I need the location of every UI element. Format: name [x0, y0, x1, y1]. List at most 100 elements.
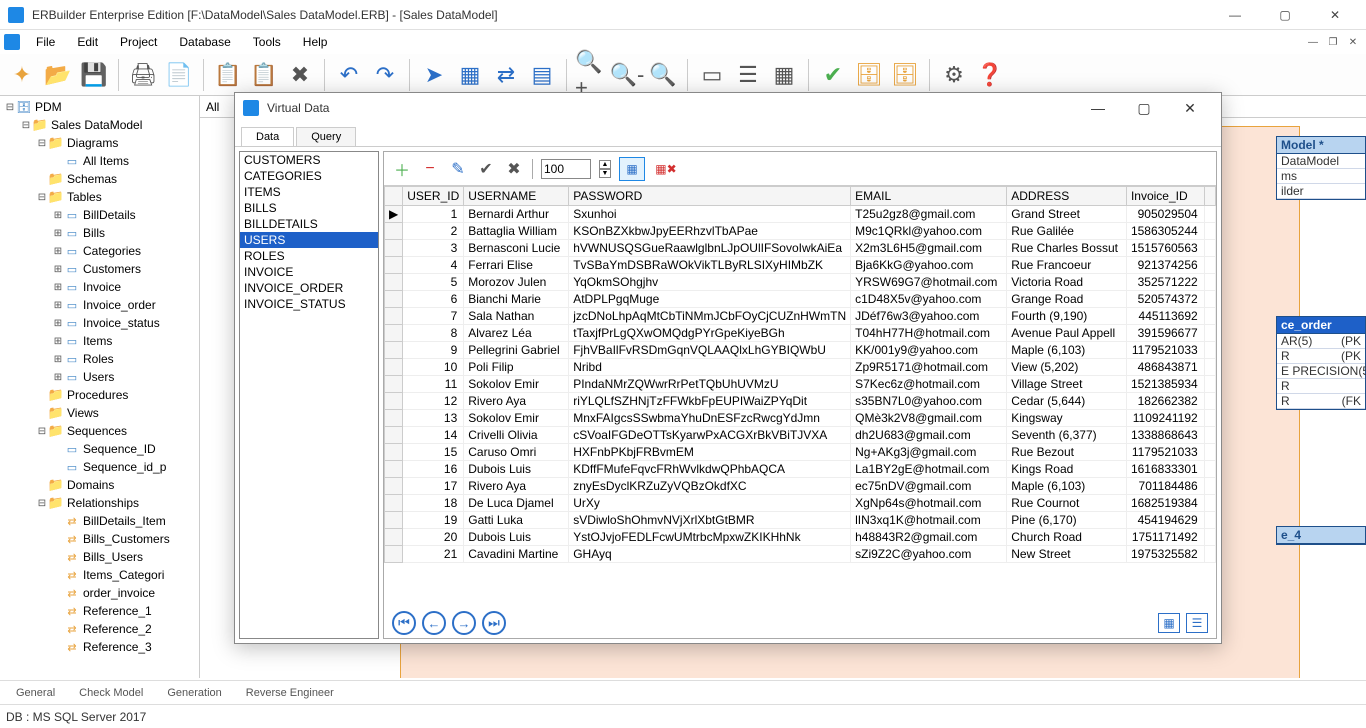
tree-expander[interactable]: ⊟ [20, 120, 32, 131]
db-sync-button[interactable]: 🗄 [853, 59, 885, 91]
tree-item[interactable]: ⇄Bills_Users [0, 548, 199, 566]
mdi-close-button[interactable]: ✕ [1344, 34, 1362, 50]
column-header[interactable]: PASSWORD [569, 187, 851, 206]
cell[interactable]: cSVoaIFGDeOTTsKyarwPxACGXrBkVBiTJVXA [569, 427, 851, 444]
cell[interactable]: 11 [403, 376, 464, 393]
cell[interactable]: De Luca Djamel [464, 495, 569, 512]
cell[interactable]: YqOkmSOhgjhv [569, 274, 851, 291]
tree-item[interactable]: ⊟📁Sequences [0, 422, 199, 440]
column-header[interactable]: USERNAME [464, 187, 569, 206]
table-row[interactable]: 6Bianchi MarieAtDPLPgqMugec1D48X5v@yahoo… [385, 291, 1216, 308]
cell[interactable]: 520574372 [1126, 291, 1204, 308]
vd-list-item[interactable]: ITEMS [240, 184, 378, 200]
cell[interactable]: 486843871 [1126, 359, 1204, 376]
tree-expander[interactable]: ⊞ [52, 228, 64, 239]
zoom-out-button[interactable]: 🔍- [611, 59, 643, 91]
column-header[interactable]: ADDRESS [1007, 187, 1127, 206]
cell[interactable]: Nribd [569, 359, 851, 376]
view-tool-button[interactable]: ▤ [526, 59, 558, 91]
vd-list-item[interactable]: CATEGORIES [240, 168, 378, 184]
cell[interactable]: 15 [403, 444, 464, 461]
cell[interactable]: 21 [403, 546, 464, 563]
cell[interactable]: Caruso Omri [464, 444, 569, 461]
vd-list-item[interactable]: INVOICE [240, 264, 378, 280]
cell[interactable]: AtDPLPgqMuge [569, 291, 851, 308]
tree-item[interactable]: ⊞▭Bills [0, 224, 199, 242]
clear-grid-button[interactable]: ▦✖ [653, 157, 679, 181]
tree-item[interactable]: ⊟📁Relationships [0, 494, 199, 512]
tree-item[interactable]: ⊞▭Categories [0, 242, 199, 260]
table-row[interactable]: 17Rivero AyaznyEsDyclKRZuZyVQBzOkdfXCec7… [385, 478, 1216, 495]
cell[interactable]: Cavadini Martine [464, 546, 569, 563]
grid-view-button[interactable]: ▦ [619, 157, 645, 181]
cell[interactable]: dh2U683@gmail.com [851, 427, 1007, 444]
cell[interactable]: 14 [403, 427, 464, 444]
row-selector[interactable] [385, 257, 403, 274]
tree-item[interactable]: 📁Views [0, 404, 199, 422]
tree-expander[interactable]: ⊟ [36, 498, 48, 509]
row-selector[interactable] [385, 359, 403, 376]
tree-item[interactable]: ▭All Items [0, 152, 199, 170]
row-selector[interactable] [385, 308, 403, 325]
cell[interactable]: 391596677 [1126, 325, 1204, 342]
vd-list-item[interactable]: BILLDETAILS [240, 216, 378, 232]
cell[interactable]: 9 [403, 342, 464, 359]
print-button[interactable]: 🖨 [127, 59, 159, 91]
cell[interactable]: T25u2gz8@gmail.com [851, 206, 1007, 223]
mdi-restore-button[interactable]: ❐ [1324, 34, 1342, 50]
limit-down-button[interactable]: ▼ [599, 169, 611, 178]
tree-expander[interactable]: ⊞ [52, 318, 64, 329]
cell[interactable]: Victoria Road [1007, 274, 1127, 291]
vd-tab-query[interactable]: Query [296, 127, 356, 146]
cell[interactable]: hVWNUSQSGueRaawlglbnLJpOUlIFSovoIwkAiEa [569, 240, 851, 257]
row-selector[interactable] [385, 376, 403, 393]
column-header[interactable]: EMAIL [851, 187, 1007, 206]
cell[interactable]: 19 [403, 512, 464, 529]
cell[interactable]: 6 [403, 291, 464, 308]
new-button[interactable]: ✦ [6, 59, 38, 91]
mdi-minimize-button[interactable]: — [1304, 34, 1322, 50]
app-menu-icon[interactable] [4, 34, 20, 50]
row-selector[interactable] [385, 512, 403, 529]
cell[interactable]: jzcDNoLhpAqMtCbTiNMmJCbFOyCjCUZnHWmTN [569, 308, 851, 325]
cell[interactable]: T04hH77H@hotmail.com [851, 325, 1007, 342]
cell[interactable]: riYLQLfSZHNjTzFFWkbFpEUPIWaiZPYqDit [569, 393, 851, 410]
row-selector[interactable] [385, 291, 403, 308]
entity-card-e4[interactable]: e_4 [1276, 526, 1366, 545]
tree-item[interactable]: ⊞▭BillDetails [0, 206, 199, 224]
cell[interactable]: X2m3L6H5@gmail.com [851, 240, 1007, 257]
entity-card-order[interactable]: ce_order AR(5)(PK R(PK E PRECISION(53) R… [1276, 316, 1366, 410]
cell[interactable]: YRSW69G7@hotmail.com [851, 274, 1007, 291]
row-selector[interactable] [385, 546, 403, 563]
zoom-in-button[interactable]: 🔍+ [575, 59, 607, 91]
relation-tool-button[interactable]: ⇄ [490, 59, 522, 91]
cell[interactable]: 352571222 [1126, 274, 1204, 291]
tree-item[interactable]: ⇄BillDetails_Item [0, 512, 199, 530]
cell[interactable]: Dubois Luis [464, 461, 569, 478]
tree-expander[interactable]: ⊞ [52, 282, 64, 293]
cell[interactable]: Rue Bezout [1007, 444, 1127, 461]
cell[interactable]: Sokolov Emir [464, 410, 569, 427]
cell[interactable]: KDffFMufeFqvcFRhWvlkdwQPhbAQCA [569, 461, 851, 478]
help-button[interactable]: ❓ [974, 59, 1006, 91]
grid-mode-button[interactable]: ▦ [1158, 613, 1180, 633]
vd-tab-data[interactable]: Data [241, 127, 294, 146]
column-header[interactable]: Invoice_ID [1126, 187, 1204, 206]
cell[interactable]: MnxFAIgcsSSwbmaYhuDnESFzcRwcgYdJmn [569, 410, 851, 427]
table-row[interactable]: 14Crivelli OliviacSVoaIFGDeOTTsKyarwPxAC… [385, 427, 1216, 444]
cell[interactable]: 1179521033 [1126, 342, 1204, 359]
model-tree[interactable]: ⊟🗄PDM⊟📁Sales DataModel⊟📁Diagrams▭All Ite… [0, 96, 200, 678]
btab-generation[interactable]: Generation [157, 685, 231, 701]
menu-project[interactable]: Project [110, 33, 167, 51]
cell[interactable]: 8 [403, 325, 464, 342]
tree-expander[interactable]: ⊟ [4, 102, 16, 113]
cell[interactable]: s35BN7L0@yahoo.com [851, 393, 1007, 410]
menu-help[interactable]: Help [293, 33, 338, 51]
cell[interactable]: 10 [403, 359, 464, 376]
settings-button[interactable]: ⚙ [938, 59, 970, 91]
table-row[interactable]: 20Dubois LuisYstOJvjoFEDLFcwUMtrbcMpxwZK… [385, 529, 1216, 546]
layout-button-1[interactable]: ▭ [696, 59, 728, 91]
cell[interactable]: HXFnbPKbjFRBvmEM [569, 444, 851, 461]
tree-item[interactable]: ⊞▭Roles [0, 350, 199, 368]
tree-expander[interactable]: ⊞ [52, 264, 64, 275]
